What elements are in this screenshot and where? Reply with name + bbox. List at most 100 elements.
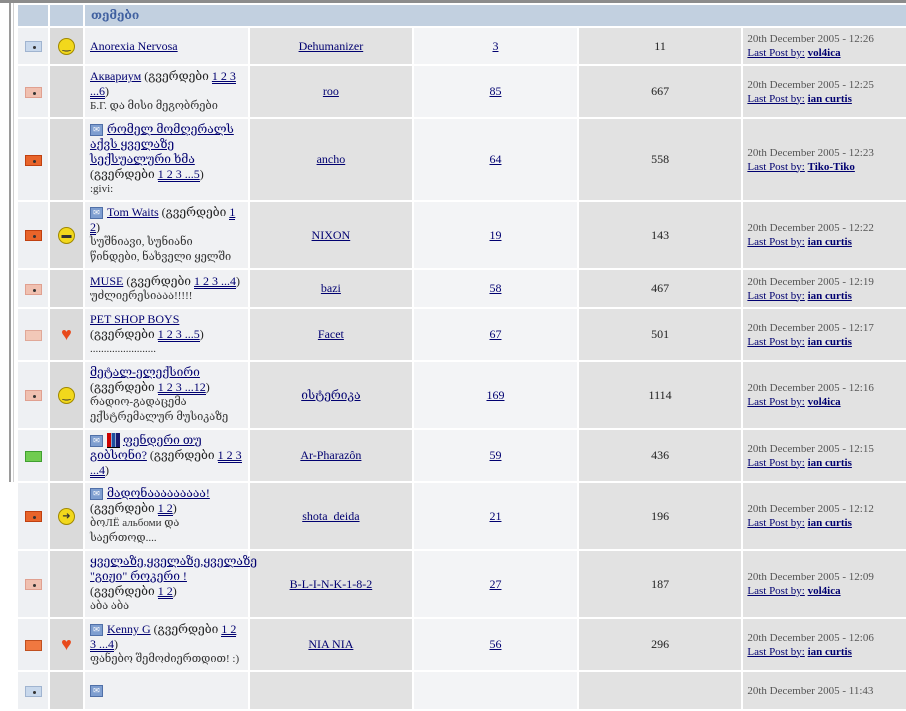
topic-cell: ✉ [85, 672, 248, 709]
smile-emoticon-icon: ‿ [58, 386, 75, 404]
last-post-label[interactable]: Last Post by: [747, 585, 804, 597]
last-post-label[interactable]: Last Post by: [747, 161, 804, 173]
topic-cell: Аквариум (გვერდები 1 2 3 ...6) Б.Г. და მი… [85, 66, 248, 117]
topics-table: თემები ‿ Anorexia Nervosa Dehumanizer 3 … [16, 3, 906, 711]
topic-title-link[interactable]: Anorexia Nervosa [90, 39, 178, 53]
topic-row: ყველაზე,ყველაზე,ყველაზე "გიჟი" როკერი ! … [18, 551, 906, 617]
topic-title-link[interactable]: მეტალ-ელექსირი [90, 365, 200, 379]
topic-title-link[interactable]: Kenny G [107, 622, 151, 636]
topic-cell: მეტალ-ელექსირი (გვერდები 1 2 3 ...12) რად… [85, 362, 248, 428]
last-post-user-link[interactable]: vol4ica [808, 47, 841, 59]
replies-link[interactable]: 21 [489, 509, 501, 523]
last-post-date: 20th December 2005 - 12:23 [747, 146, 874, 159]
pages-link[interactable]: 1 2 [157, 584, 173, 599]
pages-label: გვერდები [153, 448, 215, 462]
last-post-user-link[interactable]: vol4ica [808, 585, 841, 597]
last-post-label[interactable]: Last Post by: [747, 457, 804, 469]
mini-message-icon[interactable]: ✉ [90, 435, 103, 448]
topic-starter-link[interactable]: Dehumanizer [299, 39, 364, 53]
topic-starter-link[interactable]: roo [323, 84, 339, 98]
replies-link[interactable]: 56 [489, 637, 501, 651]
views-count: 467 [578, 270, 742, 307]
last-post-label[interactable]: Last Post by: [747, 93, 804, 105]
topic-title-link[interactable]: რომელ მომღერალს აქვს ყველაზე სექსუალური … [90, 122, 234, 166]
pages-link[interactable]: 1 2 [157, 501, 173, 516]
replies-link[interactable]: 64 [489, 152, 501, 166]
last-post-label[interactable]: Last Post by: [747, 517, 804, 529]
last-post-label[interactable]: Last Post by: [747, 396, 804, 408]
replies-link[interactable]: 85 [489, 84, 501, 98]
topic-starter-link[interactable]: ancho [317, 152, 346, 166]
last-post-date: 20th December 2005 - 12:15 [747, 442, 874, 455]
pages-link[interactable]: 1 2 3 ...4 [194, 273, 237, 289]
topic-starter-link[interactable]: bazi [321, 281, 341, 295]
topic-description: სუშნიავი, სუნიანი წინდები, ნახველი ყელში [90, 236, 232, 263]
topic-cell: ✉ რომელ მომღერალს აქვს ყველაზე სექსუალური… [85, 119, 248, 200]
topic-title-link[interactable]: Tom Waits [107, 205, 159, 219]
topic-status-envelope-icon [24, 86, 42, 98]
topic-description: Б.Г. და მისი მეგობრები [90, 100, 218, 112]
last-post-user-link[interactable]: ian curtis [808, 236, 852, 248]
topic-status-envelope-icon [24, 579, 42, 591]
views-count: 501 [578, 309, 742, 360]
topic-description: ბოЛЁ альбоми და საერთოდ.... [90, 517, 180, 544]
topic-status-envelope-icon [24, 511, 42, 523]
topic-title-link[interactable]: მადონააააააააა! [107, 486, 210, 500]
topic-starter-link[interactable]: NIA NIA [308, 637, 353, 651]
last-post-date: 20th December 2005 - 12:09 [747, 571, 874, 583]
last-post-user-link[interactable]: ian curtis [808, 93, 852, 105]
last-post-user-link[interactable]: ian curtis [808, 290, 852, 302]
last-post-date: 20th December 2005 - 12:22 [747, 222, 874, 234]
topic-description: რადიო-გადაცემა ექსტრემალურ მუსიკაზე [90, 396, 229, 423]
mini-message-icon[interactable]: ✉ [90, 685, 103, 698]
pages-link[interactable]: 1 2 3 ...12 [157, 380, 206, 395]
replies-link[interactable]: 59 [489, 448, 501, 462]
topic-starter-link[interactable]: B-L-I-N-K-1-8-2 [290, 577, 373, 591]
replies-link[interactable]: 58 [489, 281, 501, 295]
replies-link[interactable]: 3 [492, 39, 498, 53]
last-post-label[interactable]: Last Post by: [747, 47, 804, 59]
mini-message-icon[interactable]: ✉ [90, 207, 103, 220]
last-post-label[interactable]: Last Post by: [747, 236, 804, 248]
last-post-user-link[interactable]: vol4ica [808, 396, 841, 408]
last-post-label[interactable]: Last Post by: [747, 290, 804, 302]
table-header: თემები [18, 5, 906, 26]
views-count: 11 [578, 28, 742, 64]
last-post-user-link[interactable]: ian curtis [808, 457, 852, 469]
topic-starter-link[interactable]: ისტერიკა [301, 388, 360, 402]
topic-title-link[interactable]: MUSE [90, 274, 123, 288]
last-post-user-link[interactable]: ian curtis [808, 336, 852, 348]
last-post-label[interactable]: Last Post by: [747, 646, 804, 658]
last-post-label[interactable]: Last Post by: [747, 336, 804, 348]
replies-link[interactable]: 169 [486, 388, 504, 402]
mini-message-icon[interactable]: ✉ [90, 124, 103, 137]
topic-title-link[interactable]: ყველაზე,ყველაზე,ყველაზე "გიჟი" როკერი ! [90, 554, 257, 583]
topic-starter-link[interactable]: NIXON [312, 228, 351, 242]
mini-message-icon[interactable]: ✉ [90, 488, 103, 501]
topic-row: ✉ ფენდერი თუ გიბსონი? (გვერდები 1 2 3 ...… [18, 430, 906, 481]
topic-description: ........................ [90, 343, 156, 355]
views-count: 187 [578, 551, 742, 617]
topic-row: Аквариум (გვერდები 1 2 3 ...6) Б.Г. და მი… [18, 66, 906, 117]
topic-status-envelope-icon [24, 230, 42, 242]
replies-link[interactable]: 67 [489, 327, 501, 341]
last-post-user-link[interactable]: ian curtis [808, 646, 852, 658]
last-post-user-link[interactable]: ian curtis [808, 517, 852, 529]
topic-row: ‿ მეტალ-ელექსირი (გვერდები 1 2 3 ...12) რ… [18, 362, 906, 428]
pages-link[interactable]: 1 2 3 ...5 [157, 327, 200, 342]
topic-title-link[interactable]: Аквариум [90, 69, 141, 83]
views-count: 667 [578, 66, 742, 117]
topic-title-link[interactable]: PET SHOP BOYS [90, 312, 179, 326]
replies-link[interactable]: 27 [489, 577, 501, 591]
topic-status-envelope-icon [24, 639, 42, 651]
topic-starter-link[interactable]: shota_deida [302, 509, 359, 523]
replies-link[interactable]: 19 [489, 228, 501, 242]
topic-starter-link[interactable]: Ar-Pharazôn [300, 448, 361, 462]
pages-link[interactable]: 1 2 3 ...5 [157, 167, 200, 182]
pages-label: გვერდები [148, 69, 209, 83]
topic-row: ✉ რომელ მომღერალს აქვს ყველაზე სექსუალური… [18, 119, 906, 200]
topic-status-envelope-icon [24, 450, 42, 462]
last-post-user-link[interactable]: Tiko-Tiko [808, 161, 855, 173]
topic-starter-link[interactable]: Facet [318, 327, 344, 341]
mini-message-icon[interactable]: ✉ [90, 624, 103, 637]
